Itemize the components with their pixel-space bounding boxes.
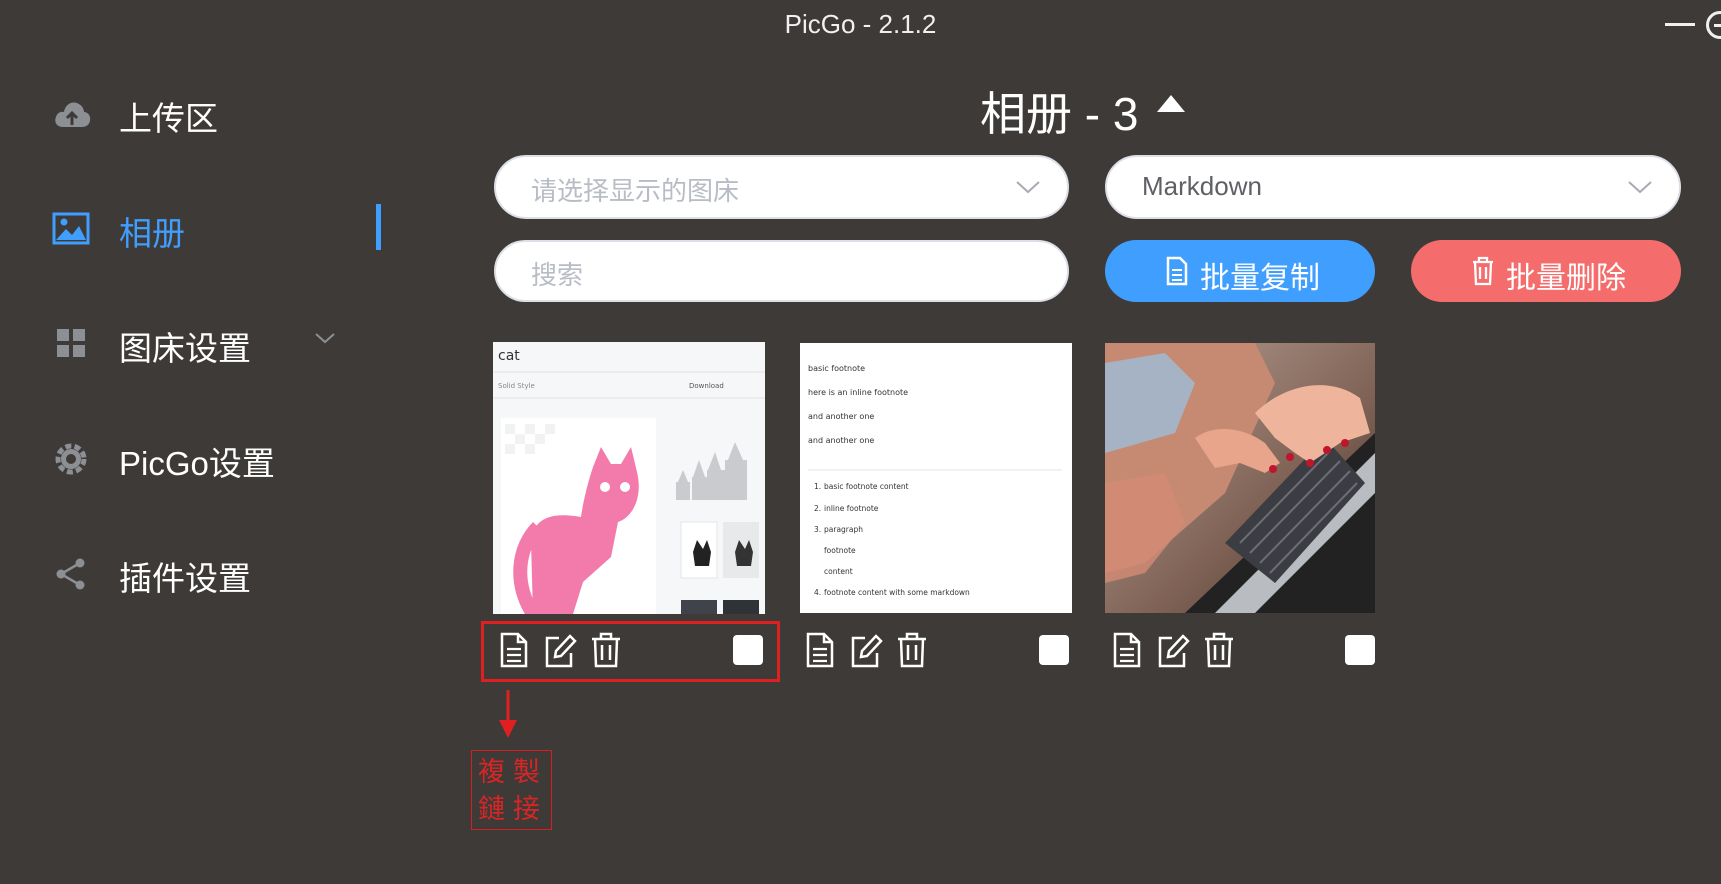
search-placeholder: 搜索 [531,260,584,290]
thumb-line: and another one [808,412,874,421]
image-icon [52,212,90,245]
document-icon [1166,256,1188,286]
sidebar-item-label: 上传区 [119,100,218,137]
sidebar-item-label: PicGo设置 [119,445,275,482]
edit-icon[interactable] [1156,631,1190,669]
triangle-up-icon[interactable] [1155,92,1187,114]
share-icon [56,558,85,590]
annotation-stamp: 複製鏈接 [471,750,552,830]
image-bed-select-placeholder: 请选择显示的图床 [531,176,740,206]
thumb-line: basic footnote [808,364,865,373]
title-bar: PicGo - 2.1.2 [0,0,1721,48]
sidebar: 上传区 相册 图床设置 PicGo设置 插件设置 [0,60,400,860]
thumb-list-item: footnote content with some markdown [824,588,970,597]
minimize-icon[interactable] [1665,23,1695,26]
sidebar-item-gallery[interactable]: 相册 [0,187,400,267]
svg-text:1.: 1. [814,482,821,491]
grid-icon [57,329,85,357]
sidebar-item-upload[interactable]: 上传区 [0,72,400,152]
thumb-caption: cat [498,348,520,364]
batch-copy-button[interactable]: 批量复制 [1105,240,1375,302]
annotation-highlight-box [481,621,780,682]
copy-link-icon[interactable] [1110,631,1144,669]
thumb-list-item: footnote [824,546,856,555]
thumb-line: here is an inline footnote [808,388,908,397]
batch-delete-label: 批量删除 [1506,262,1626,295]
card-actions [1105,631,1405,681]
image-thumbnail[interactable]: cat Solid Style Download [493,342,765,614]
thumb-list-item: inline footnote [824,504,879,513]
cloud-upload-icon [55,102,91,127]
delete-icon[interactable] [895,631,929,669]
thumb-toolbar-text: Solid Style [498,382,535,390]
annotation-arrow-icon [499,690,517,738]
batch-copy-label: 批量复制 [1200,262,1320,295]
svg-text:4.: 4. [814,588,821,597]
cat-screenshot-image: cat Solid Style Download [493,342,765,614]
search-input[interactable]: 搜索 [494,240,1069,302]
svg-text:2.: 2. [814,504,821,513]
batch-delete-button[interactable]: 批量删除 [1411,240,1681,302]
sidebar-item-picgo-settings[interactable]: PicGo设置 [0,417,400,497]
image-thumbnail[interactable] [1105,343,1377,613]
thumb-list-item: paragraph [824,525,863,534]
thumb-download-text: Download [689,382,724,390]
thumb-line: and another one [808,436,874,445]
paste-format-value: Markdown [1142,171,1262,201]
card-actions [800,631,1100,681]
chevron-down-icon[interactable] [313,326,337,350]
gear-icon [55,443,87,475]
footnotes-screenshot-image: basic footnote here is an inline footnot… [800,343,1070,613]
image-select-checkbox[interactable] [1039,635,1069,665]
svg-text:3.: 3. [814,525,821,534]
page-title: 相册 - 3 [980,88,1139,140]
annotation-stamp-text: 複製鏈接 [478,757,548,825]
sidebar-item-label: 相册 [119,215,185,252]
active-indicator [376,204,381,250]
chevron-down-icon [1016,181,1040,194]
thumb-list-item: basic footnote content [824,482,909,491]
chevron-down-icon [1628,181,1652,194]
typing-laptop-photo [1105,343,1375,613]
sidebar-item-plugin-settings[interactable]: 插件设置 [0,532,400,612]
sidebar-item-label: 插件设置 [119,560,251,597]
paste-format-select[interactable]: Markdown [1105,155,1681,219]
image-thumbnail[interactable]: basic footnote here is an inline footnot… [800,343,1072,613]
sidebar-item-label: 图床设置 [119,330,251,367]
delete-icon[interactable] [1202,631,1236,669]
window-title: PicGo - 2.1.2 [784,9,937,39]
trash-icon [1473,256,1493,286]
image-bed-select[interactable]: 请选择显示的图床 [494,155,1069,219]
thumb-list-item: content [824,567,853,576]
sidebar-item-image-bed-settings[interactable]: 图床设置 [0,302,400,382]
image-select-checkbox[interactable] [1345,635,1375,665]
edit-icon[interactable] [849,631,883,669]
copy-link-icon[interactable] [803,631,837,669]
